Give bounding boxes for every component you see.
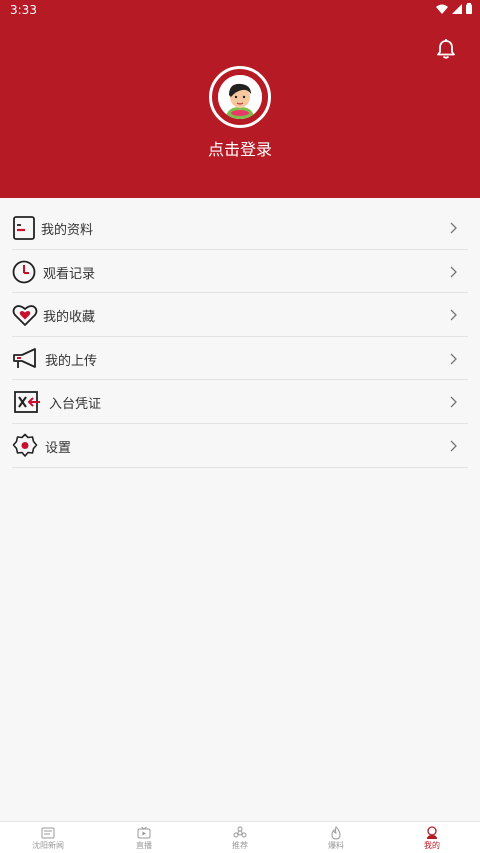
bottom-tab-bar: 沈阳新闻 直播 推荐 爆料 我的 (0, 821, 480, 853)
tab-label: 推荐 (232, 841, 248, 850)
menu-item-watch-history[interactable]: 观看记录 (12, 250, 468, 294)
status-time: 3:33 (10, 3, 37, 17)
menu-label: 观看记录 (43, 266, 96, 282)
tab-recommend[interactable]: 推荐 (192, 822, 288, 853)
tv-icon (137, 826, 151, 839)
recommend-icon (233, 826, 247, 838)
tab-label: 爆料 (328, 841, 344, 850)
menu-label: 我的资料 (41, 223, 94, 238)
menu-label: 我的上传 (45, 353, 98, 369)
gear-icon (12, 433, 38, 457)
menu-item-uploads[interactable]: 我的上传 (12, 337, 468, 381)
report-icon (331, 826, 341, 840)
menu-label: 我的收藏 (43, 310, 96, 326)
menu-item-credential[interactable]: 入台凭证 (12, 380, 468, 424)
status-icons (436, 3, 472, 14)
tab-label: 直播 (136, 841, 152, 850)
tab-me[interactable]: 我的 (384, 822, 480, 853)
tab-news[interactable]: 沈阳新闻 (0, 822, 96, 853)
chevron-right-icon (450, 396, 457, 408)
profile-menu: 我的资料 观看记录 我的收藏 我的上传 入台凭证 设置 (12, 206, 468, 468)
heart-icon (12, 305, 38, 327)
bell-icon[interactable] (435, 38, 457, 60)
megaphone-icon (13, 347, 36, 368)
tab-label: 沈阳新闻 (32, 841, 64, 850)
avatar[interactable] (209, 66, 271, 128)
tab-label: 我的 (424, 841, 440, 850)
tab-report[interactable]: 爆料 (288, 822, 384, 853)
signal-icon (452, 3, 462, 14)
menu-label: 设置 (45, 440, 72, 456)
menu-label: 入台凭证 (49, 397, 102, 413)
news-icon (41, 827, 55, 839)
menu-item-favorites[interactable]: 我的收藏 (12, 293, 468, 337)
menu-item-settings[interactable]: 设置 (12, 424, 468, 468)
status-bar: 3:33 (0, 0, 480, 20)
chevron-right-icon (450, 353, 457, 365)
chevron-right-icon (450, 222, 457, 234)
clock-icon (12, 260, 36, 283)
credential-icon (14, 391, 40, 414)
chevron-right-icon (450, 309, 457, 321)
battery-icon (466, 3, 472, 14)
tab-live[interactable]: 直播 (96, 822, 192, 853)
me-icon (427, 826, 437, 839)
chevron-right-icon (450, 266, 457, 278)
chevron-right-icon (450, 440, 457, 452)
profile-card-icon (13, 216, 35, 240)
wifi-icon (436, 4, 448, 14)
profile-header: 3:33 点击登录 (0, 0, 480, 198)
login-button[interactable]: 点击登录 (0, 136, 480, 160)
avatar-image (218, 75, 262, 119)
menu-item-profile[interactable]: 我的资料 (12, 206, 468, 250)
